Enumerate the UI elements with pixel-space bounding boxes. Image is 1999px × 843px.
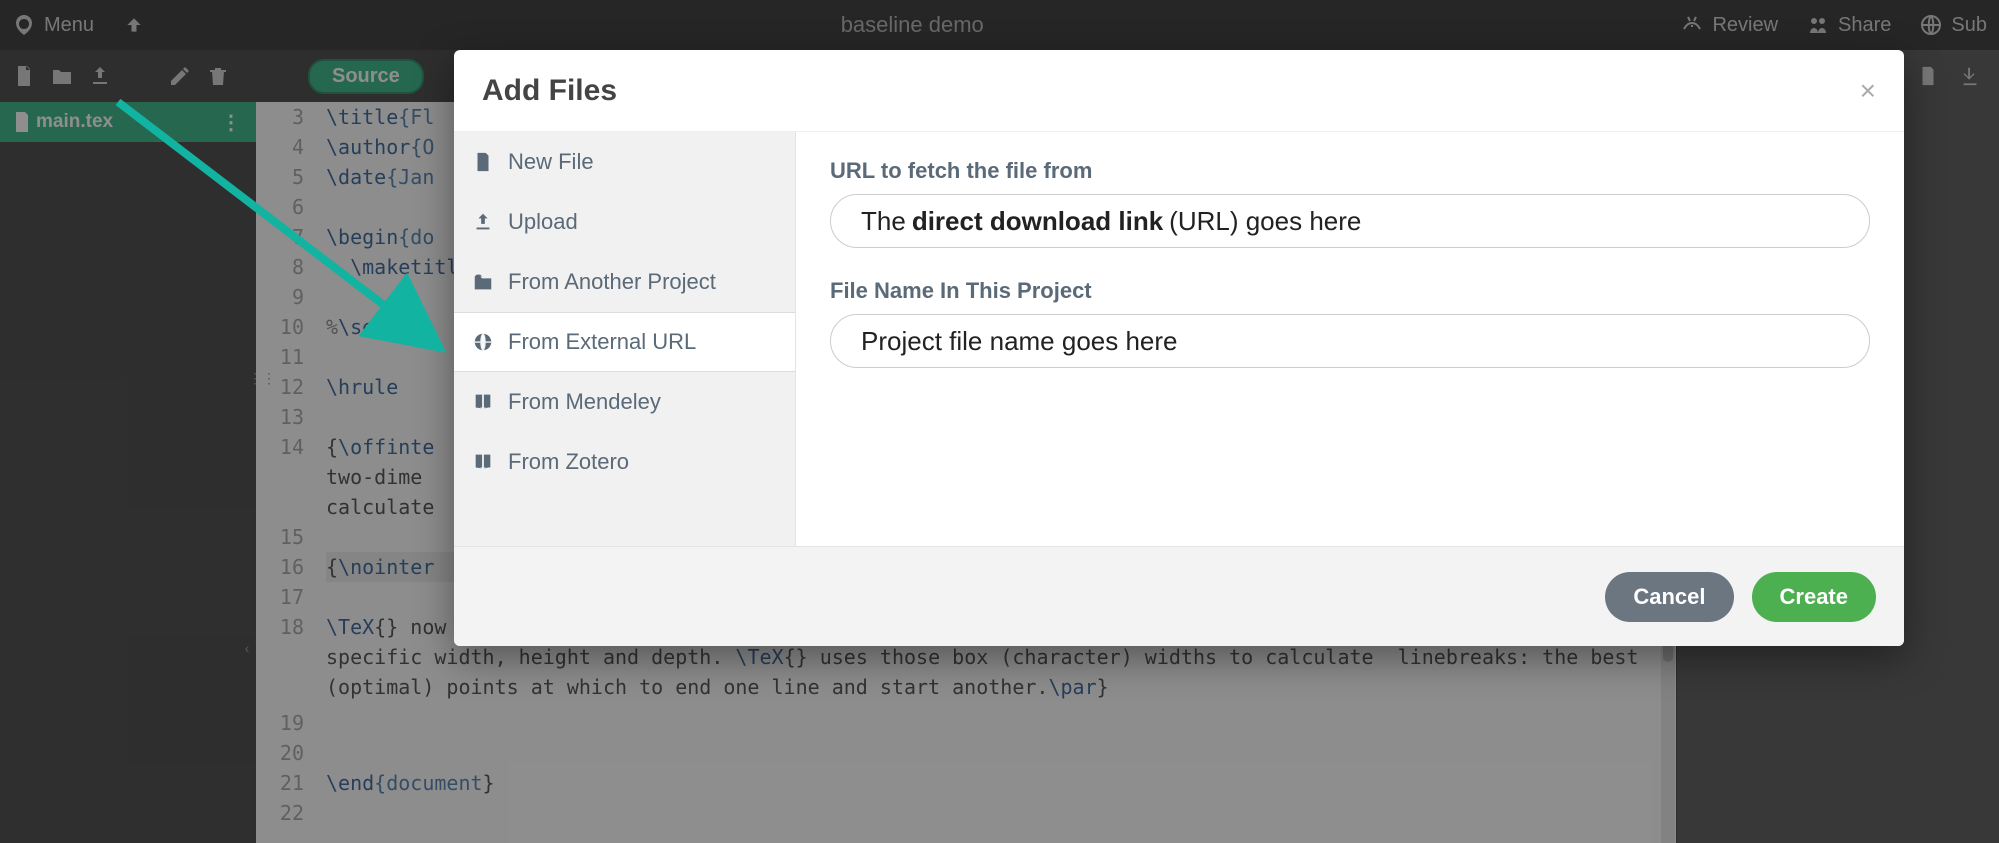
rename-icon[interactable] xyxy=(168,64,192,88)
filename-field-label: File Name In This Project xyxy=(830,278,1870,304)
submit-label: Sub xyxy=(1951,14,1987,37)
modal-header: Add Files × xyxy=(454,50,1904,132)
logs-icon[interactable] xyxy=(1917,65,1939,87)
url-input-text-bold: direct download link xyxy=(912,206,1163,237)
create-button[interactable]: Create xyxy=(1752,572,1876,622)
url-field-label: URL to fetch the file from xyxy=(830,158,1870,184)
code-line[interactable] xyxy=(326,708,1676,738)
file-tab-menu-icon[interactable]: ⋮ xyxy=(221,110,242,135)
close-icon[interactable]: × xyxy=(1860,75,1876,107)
source-toggle[interactable]: Source xyxy=(308,59,424,94)
modal-title: Add Files xyxy=(482,74,617,108)
menu-button[interactable]: Menu xyxy=(44,14,94,37)
file-tab-label: main.tex xyxy=(36,111,113,133)
modal-sidebar-item-from-another-project[interactable]: From Another Project xyxy=(454,252,795,312)
code-line[interactable] xyxy=(326,798,1676,828)
modal-sidebar-item-label: From Another Project xyxy=(508,269,716,295)
panel-collapse-handle[interactable]: ‹ xyxy=(240,640,254,676)
modal-sidebar-item-label: From Mendeley xyxy=(508,389,661,415)
delete-icon[interactable] xyxy=(206,64,230,88)
panel-resize-handle[interactable]: ⋮⋮ xyxy=(248,370,262,406)
share-label: Share xyxy=(1838,14,1891,37)
code-line[interactable] xyxy=(326,738,1676,768)
new-folder-icon[interactable] xyxy=(50,64,74,88)
url-input-text-prefix: The xyxy=(861,206,906,237)
modal-sidebar-item-label: New File xyxy=(508,149,594,175)
filename-input-text: Project file name goes here xyxy=(861,326,1178,357)
download-pdf-icon[interactable] xyxy=(1959,65,1981,87)
modal-content: URL to fetch the file from The direct do… xyxy=(796,132,1904,546)
code-line[interactable]: \end{document} xyxy=(326,768,1676,798)
overleaf-logo-icon xyxy=(12,13,36,37)
upload-icon[interactable] xyxy=(88,64,112,88)
gutter: 345678910111213141516171819202122 xyxy=(256,102,318,843)
review-label: Review xyxy=(1712,14,1778,37)
up-level-icon[interactable] xyxy=(124,15,144,35)
cancel-button[interactable]: Cancel xyxy=(1605,572,1733,622)
project-title: baseline demo xyxy=(144,12,1680,38)
file-icon xyxy=(14,112,30,132)
modal-sidebar-item-new-file[interactable]: New File xyxy=(454,132,795,192)
share-button[interactable]: Share xyxy=(1806,13,1891,37)
url-input-text-suffix: (URL) goes here xyxy=(1169,206,1361,237)
modal-footer: Cancel Create xyxy=(454,546,1904,646)
new-file-icon[interactable] xyxy=(12,64,36,88)
modal-sidebar-item-label: Upload xyxy=(508,209,578,235)
top-bar: Menu baseline demo Review Share Sub xyxy=(0,0,1999,50)
url-input[interactable]: The direct download link (URL) goes here xyxy=(830,194,1870,248)
modal-sidebar-item-upload[interactable]: Upload xyxy=(454,192,795,252)
modal-sidebar-item-label: From External URL xyxy=(508,329,696,355)
modal-sidebar: New File Upload From Another Project From E… xyxy=(454,132,796,546)
modal-sidebar-item-label: From Zotero xyxy=(508,449,629,475)
modal-sidebar-item-from-mendeley[interactable]: From Mendeley xyxy=(454,372,795,432)
filename-input[interactable]: Project file name goes here xyxy=(830,314,1870,368)
modal-sidebar-item-from-external-url[interactable]: From External URL xyxy=(454,312,795,372)
review-button[interactable]: Review xyxy=(1680,13,1778,37)
add-files-modal: Add Files × New File Upload From Another P… xyxy=(454,50,1904,646)
modal-sidebar-item-from-zotero[interactable]: From Zotero xyxy=(454,432,795,492)
file-tab-main-tex[interactable]: main.tex ⋮ xyxy=(0,102,256,142)
submit-button[interactable]: Sub xyxy=(1919,13,1987,37)
